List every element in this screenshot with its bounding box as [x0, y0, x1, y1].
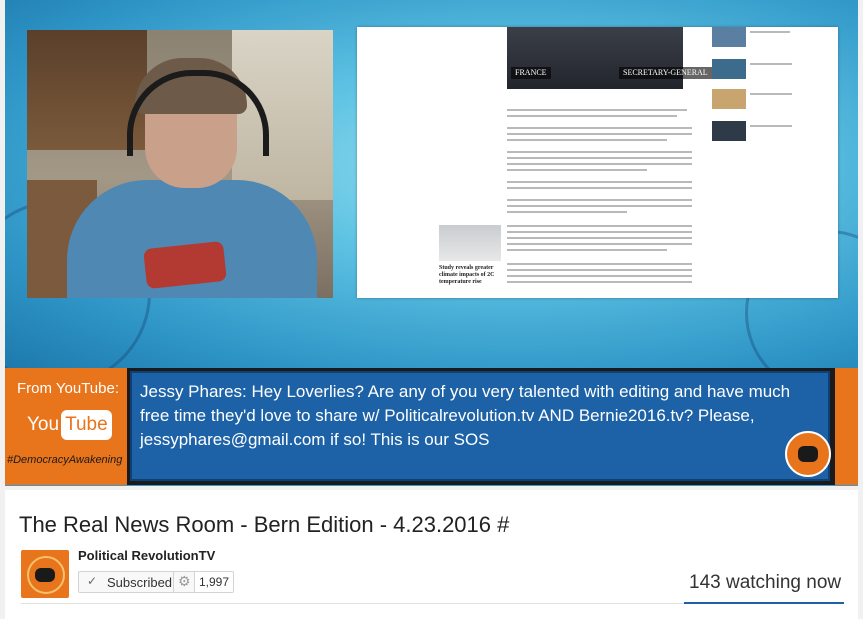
gear-icon: ⚙: [178, 573, 191, 589]
subscribed-label: Subscribed: [107, 575, 173, 590]
channel-avatar[interactable]: [21, 550, 69, 598]
check-icon: ✓: [87, 574, 98, 588]
watching-underline: [684, 602, 844, 604]
notification-settings-button[interactable]: ⚙: [173, 571, 195, 593]
video-info-panel: The Real News Room - Bern Edition - 4.23…: [5, 490, 858, 619]
channel-name[interactable]: Political RevolutionTV: [78, 548, 215, 563]
sidebar-thumb: [712, 27, 746, 47]
article-thumb-caption: Study reveals greater climate impacts of…: [439, 265, 495, 285]
subscribed-button[interactable]: ✓ Subscribed: [78, 571, 174, 593]
subscriber-count: 1,997: [194, 571, 234, 593]
info-divider: [21, 603, 684, 604]
article-photo: [507, 27, 683, 89]
video-title: The Real News Room - Bern Edition - 4.23…: [19, 512, 510, 537]
hashtag-label: #DemocracyAwakening: [7, 454, 123, 466]
watching-now-count: 143 watching now: [689, 572, 842, 593]
political-revolution-logo: [785, 431, 831, 477]
webcam-feed: [27, 30, 333, 298]
ticker-source-panel: From YouTube: You Tube #DemocracyAwakenin…: [5, 368, 127, 485]
ticker-message-box: Jessy Phares: Hey Loverlies? Are any of …: [130, 371, 830, 481]
ticker-right-edge: [835, 368, 858, 485]
ticker-bar: From YouTube: You Tube #DemocracyAwakenin…: [5, 368, 858, 485]
from-youtube-label: From YouTube:: [17, 380, 120, 397]
sidebar-thumb: [712, 59, 746, 79]
shared-article-screen: FRANCE SECRETARY-GENERAL Study reveals g…: [357, 27, 838, 298]
youtube-logo: You Tube: [27, 410, 112, 440]
ticker-message: Jessy Phares: Hey Loverlies? Are any of …: [140, 382, 791, 449]
sidebar-thumb: [712, 89, 746, 109]
sidebar-thumb: [712, 121, 746, 141]
photo-tag: SECRETARY-GENERAL: [619, 67, 712, 79]
photo-tag: FRANCE: [511, 67, 551, 79]
article-thumbnail: [439, 225, 501, 261]
